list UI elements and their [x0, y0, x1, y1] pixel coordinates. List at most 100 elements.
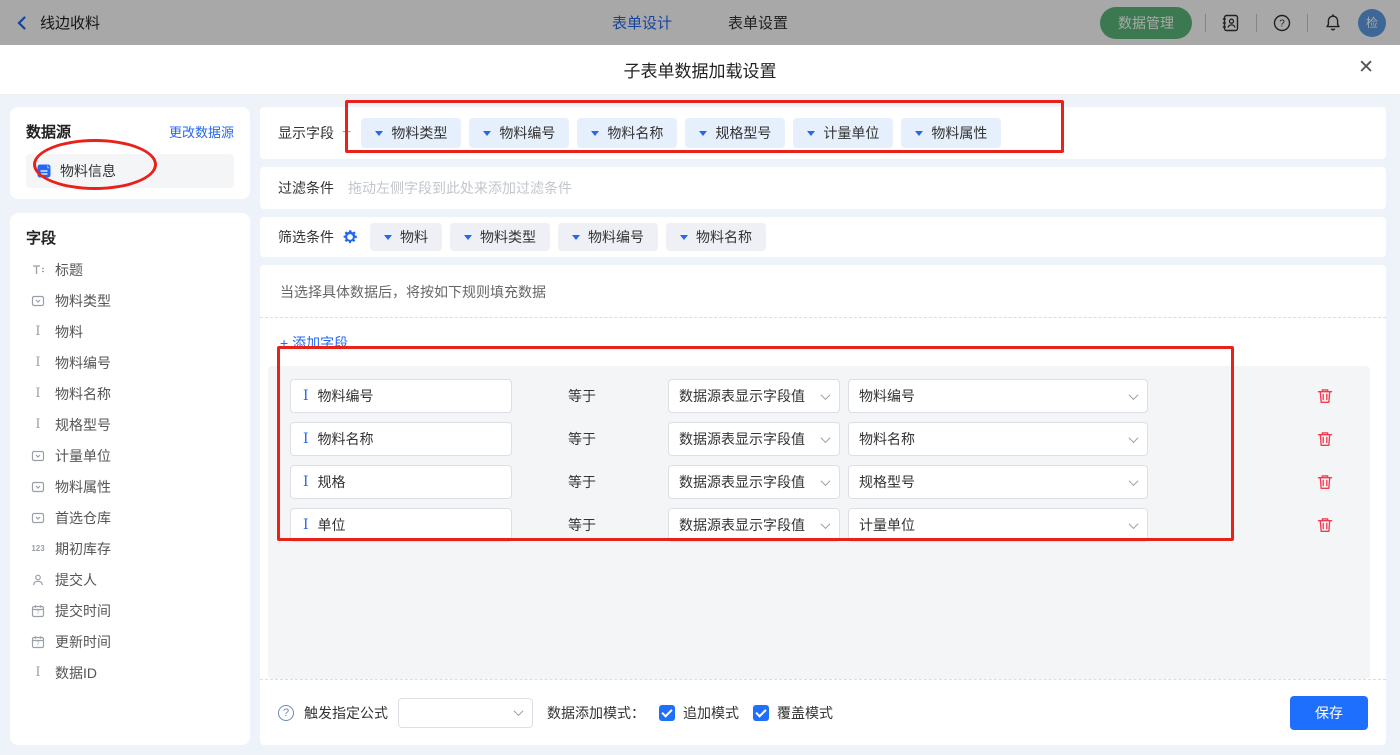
override-mode-option[interactable]: 覆盖模式 [753, 703, 833, 723]
close-icon[interactable]: ✕ [1358, 58, 1374, 77]
calendar-icon: 7 [30, 634, 46, 650]
rule-field-box[interactable]: I物料编号 [290, 379, 512, 413]
contacts-icon[interactable] [1219, 11, 1243, 35]
checkbox-checked-icon[interactable] [659, 705, 675, 721]
rule-field-box[interactable]: I单位 [290, 508, 512, 542]
back-chevron-icon[interactable] [14, 15, 30, 31]
display-field-tag[interactable]: 物料编号 [469, 118, 569, 148]
field-item[interactable]: 物料属性 [26, 471, 234, 502]
tag-label: 物料名称 [696, 227, 752, 247]
display-field-tag[interactable]: 规格型号 [685, 118, 785, 148]
add-display-field-button[interactable]: + [342, 124, 351, 142]
field-item[interactable]: 123 期初库存 [26, 533, 234, 564]
help-icon[interactable]: ? [278, 705, 294, 721]
rule-field-box[interactable]: I物料名称 [290, 422, 512, 456]
dropdown-triangle-icon [591, 131, 599, 136]
display-field-tag[interactable]: 物料名称 [577, 118, 677, 148]
rule-source-select[interactable]: 数据源表显示字段值 [668, 379, 840, 413]
rule-field-label: 规格 [318, 472, 346, 492]
screen-filter-tag[interactable]: 物料名称 [666, 223, 766, 251]
tab-form-design[interactable]: 表单设计 [612, 12, 672, 33]
rule-target-select[interactable]: 计量单位 [848, 508, 1148, 542]
rule-source-select[interactable]: 数据源表显示字段值 [668, 422, 840, 456]
field-item[interactable]: 首选仓库 [26, 502, 234, 533]
rules-panel: I物料编号 等于 数据源表显示字段值 物料编号 I物料名称 等于 数据源表显示字… [268, 366, 1370, 679]
field-item[interactable]: I 物料名称 [26, 378, 234, 409]
field-item-label: 物料 [55, 322, 83, 342]
add-field-link[interactable]: + 添加字段 [260, 318, 368, 366]
field-item[interactable]: I 规格型号 [26, 409, 234, 440]
text-field-icon: I [303, 474, 309, 490]
datasource-title: 数据源 [26, 121, 71, 142]
rule-field-box[interactable]: I 规格 [290, 465, 512, 499]
formula-select[interactable] [398, 698, 533, 728]
field-item-label: 首选仓库 [55, 508, 111, 528]
field-item[interactable]: 7 提交时间 [26, 595, 234, 626]
override-mode-label: 覆盖模式 [777, 703, 833, 723]
tag-label: 计量单位 [823, 123, 879, 143]
dropdown-triangle-icon [680, 235, 688, 240]
save-button[interactable]: 保存 [1290, 696, 1368, 730]
dropdown-triangle-icon [807, 131, 815, 136]
dropdown-triangle-icon [384, 235, 392, 240]
tag-label: 物料 [400, 227, 428, 247]
field-item[interactable]: I 物料编号 [26, 347, 234, 378]
field-item-label: 标题 [55, 260, 83, 280]
select-field-icon [30, 479, 46, 495]
tab-form-settings[interactable]: 表单设置 [728, 12, 788, 33]
rule-source-select[interactable]: 数据源表显示字段值 [668, 508, 840, 542]
main-panel: 显示字段 + 物料类型 物料编号 物料名称 规格型号 计量单位 物料属性 过滤条… [260, 107, 1386, 745]
field-item[interactable]: I 物料 [26, 316, 234, 347]
field-item-label: 提交时间 [55, 601, 111, 621]
append-mode-option[interactable]: 追加模式 [659, 703, 739, 723]
rule-target-select[interactable]: 物料名称 [848, 422, 1148, 456]
trash-icon[interactable] [1316, 473, 1334, 491]
select-value: 物料编号 [859, 386, 915, 406]
chevron-down-icon [821, 476, 831, 486]
field-item-label: 更新时间 [55, 632, 111, 652]
screen-filter-tag[interactable]: 物料编号 [558, 223, 658, 251]
rule-source-select[interactable]: 数据源表显示字段值 [668, 465, 840, 499]
checkbox-checked-icon[interactable] [753, 705, 769, 721]
tag-label: 物料类型 [480, 227, 536, 247]
bell-icon[interactable] [1321, 11, 1345, 35]
field-item[interactable]: 标题 [26, 254, 234, 285]
field-item-label: 数据ID [55, 663, 97, 683]
rules-card: 当选择具体数据后，将按如下规则填充数据 + 添加字段 I物料编号 等于 数据源表… [260, 265, 1386, 745]
trash-icon[interactable] [1316, 516, 1334, 534]
select-value: 数据源表显示字段值 [679, 472, 805, 492]
field-item[interactable]: I 数据ID [26, 657, 234, 688]
chevron-down-icon [821, 519, 831, 529]
text-field-icon: I [30, 665, 46, 681]
help-icon[interactable]: ? [1270, 11, 1294, 35]
field-item[interactable]: 物料类型 [26, 285, 234, 316]
text-field-icon: I [30, 355, 46, 371]
screen-filter-tag[interactable]: 物料 [370, 223, 442, 251]
screen-filter-tag[interactable]: 物料类型 [450, 223, 550, 251]
breadcrumb[interactable]: 线边收料 [40, 12, 100, 33]
rule-target-select[interactable]: 规格型号 [848, 465, 1148, 499]
number-field-icon: 123 [30, 541, 46, 557]
change-datasource-link[interactable]: 更改数据源 [169, 122, 234, 141]
datasource-item[interactable]: 物料信息 [26, 154, 234, 188]
select-value: 计量单位 [859, 515, 915, 535]
rule-operator: 等于 [568, 472, 598, 492]
trash-icon[interactable] [1316, 387, 1334, 405]
data-manage-button[interactable]: 数据管理 [1100, 7, 1192, 39]
doc-icon [36, 163, 52, 179]
calendar-icon: 7 [30, 603, 46, 619]
rule-target-select[interactable]: 物料编号 [848, 379, 1148, 413]
select-value: 数据源表显示字段值 [679, 515, 805, 535]
rule-field-label: 物料名称 [318, 429, 374, 449]
display-field-tag[interactable]: 计量单位 [793, 118, 893, 148]
gear-icon[interactable] [342, 229, 358, 245]
field-item[interactable]: 7 更新时间 [26, 626, 234, 657]
filter-drop-zone[interactable]: 过滤条件 拖动左侧字段到此处来添加过滤条件 [260, 167, 1386, 209]
field-item[interactable]: 计量单位 [26, 440, 234, 471]
screen-filter-row: 筛选条件 物料 物料类型 物料编号 物料名称 [260, 217, 1386, 257]
display-field-tag[interactable]: 物料类型 [361, 118, 461, 148]
avatar[interactable]: 检 [1358, 9, 1386, 37]
field-item[interactable]: 提交人 [26, 564, 234, 595]
trash-icon[interactable] [1316, 430, 1334, 448]
display-field-tag[interactable]: 物料属性 [901, 118, 1001, 148]
